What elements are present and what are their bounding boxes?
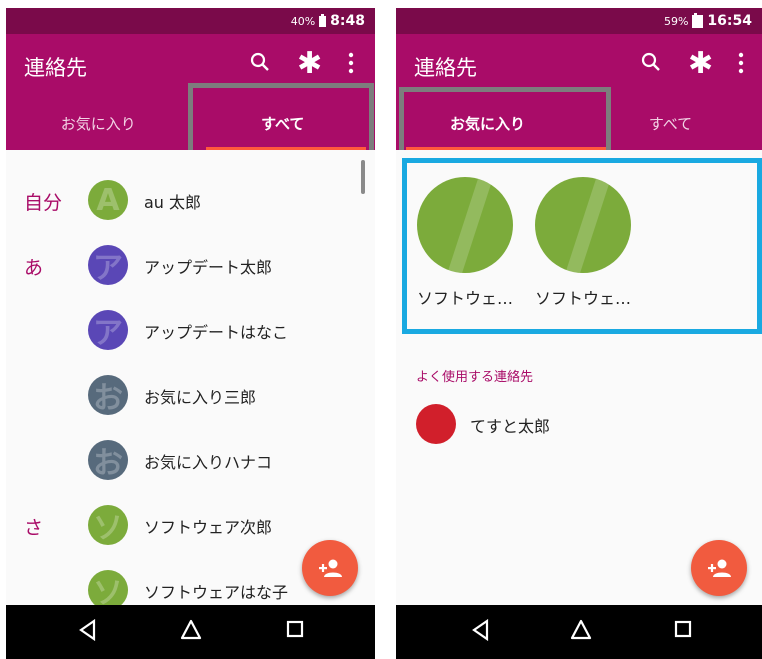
recents-icon[interactable] bbox=[674, 619, 692, 639]
scrollbar[interactable] bbox=[361, 160, 365, 194]
list-item[interactable]: ア アップデートはなこ bbox=[6, 300, 375, 360]
battery-charging-icon bbox=[692, 12, 704, 28]
tab-favorites-label: お気に入り bbox=[60, 114, 136, 133]
list-item[interactable]: お お気に入りハナコ bbox=[6, 430, 375, 490]
contact-name: アップデートはなこ bbox=[144, 323, 289, 342]
avatar-glyph: A bbox=[96, 182, 120, 218]
add-contact-button[interactable] bbox=[302, 540, 358, 596]
highlight-box-favorites-tab bbox=[399, 87, 611, 157]
overflow-menu-icon[interactable] bbox=[738, 52, 744, 74]
avatar: A bbox=[88, 180, 128, 220]
back-icon[interactable] bbox=[78, 619, 98, 641]
navigation-bar bbox=[6, 605, 375, 659]
avatar: ソ bbox=[88, 505, 128, 545]
recents-icon[interactable] bbox=[286, 619, 304, 639]
section-letter: あ bbox=[24, 257, 44, 279]
avatar: お bbox=[88, 440, 128, 480]
home-icon[interactable] bbox=[180, 619, 202, 641]
section-letter: 自分 bbox=[24, 192, 63, 214]
battery-percent: 59% bbox=[663, 14, 689, 28]
avatar: お bbox=[88, 375, 128, 415]
avatar-glyph: ア bbox=[93, 251, 123, 285]
favorite-card[interactable]: ソフトウェ… bbox=[417, 177, 515, 309]
list-item[interactable]: あ ア アップデート太郎 bbox=[6, 235, 375, 295]
battery-percent: 40% bbox=[290, 14, 316, 28]
contact-name: au 太郎 bbox=[144, 193, 202, 212]
search-icon[interactable] bbox=[641, 52, 661, 72]
contact-list: 自分 Aau 太郎あアアップデート太郎アアップデートはなこおお気に入り三郎おお気に… bbox=[6, 150, 375, 610]
navigation-bar bbox=[396, 605, 762, 659]
add-contact-button[interactable] bbox=[691, 540, 747, 596]
avatar-glyph: ア bbox=[93, 316, 123, 350]
back-icon[interactable] bbox=[471, 619, 491, 641]
battery-icon bbox=[319, 13, 327, 27]
status-bar: 40% 8:48 bbox=[6, 8, 375, 34]
clock: 8:48 bbox=[330, 13, 365, 29]
avatar: ア bbox=[88, 245, 128, 285]
status-bar: 59% 16:54 bbox=[396, 8, 762, 34]
asterisk-icon[interactable]: ✱ bbox=[688, 49, 713, 79]
highlight-box-all-tab bbox=[188, 83, 374, 155]
frequent-contacts-heading: よく使用する連絡先 bbox=[416, 370, 534, 385]
highlight-box-favorites: ソフトウェ… ソフトウェ… bbox=[402, 158, 762, 334]
list-item[interactable]: てすと太郎 bbox=[396, 394, 762, 454]
search-icon[interactable] bbox=[250, 52, 270, 72]
favorite-name: ソフトウェ… bbox=[535, 289, 632, 308]
contact-name: お気に入りハナコ bbox=[144, 453, 273, 472]
tab-all-label: すべて bbox=[648, 114, 693, 133]
right-screen: 59% 16:54 連絡先 ✱ お気に入り すべて ソフトウェ… ソフトウェ… … bbox=[396, 8, 762, 659]
add-contact-icon bbox=[708, 559, 731, 577]
favorite-card[interactable]: ソフトウェ… bbox=[535, 177, 633, 309]
contact-name: アップデート太郎 bbox=[144, 258, 273, 277]
clock: 16:54 bbox=[707, 13, 752, 29]
avatar: ア bbox=[88, 310, 128, 350]
avatar-glyph: ソ bbox=[93, 511, 123, 545]
avatar-glyph: お bbox=[93, 446, 123, 480]
asterisk-icon[interactable]: ✱ bbox=[297, 49, 322, 79]
avatar-glyph: お bbox=[93, 381, 123, 415]
favorite-name: ソフトウェ… bbox=[417, 289, 514, 308]
list-item[interactable]: 自分 Aau 太郎 bbox=[6, 170, 375, 230]
favorite-avatar bbox=[535, 177, 631, 273]
favorite-avatar bbox=[417, 177, 513, 273]
add-contact-icon bbox=[319, 559, 342, 577]
avatar: ソ bbox=[88, 570, 128, 610]
contact-name: ソフトウェア次郎 bbox=[144, 518, 273, 537]
app-title: 連絡先 bbox=[24, 56, 87, 80]
list-item[interactable]: お お気に入り三郎 bbox=[6, 365, 375, 425]
contact-name: てすと太郎 bbox=[470, 417, 551, 436]
overflow-menu-icon[interactable] bbox=[348, 52, 354, 74]
contact-name: ソフトウェアはな子 bbox=[144, 583, 289, 602]
tab-favorites[interactable]: お気に入り bbox=[6, 96, 191, 150]
home-icon[interactable] bbox=[570, 619, 592, 641]
left-screen: 40% 8:48 連絡先 ✱ お気に入り すべて 自分 Aau 太郎あアアップデー… bbox=[6, 8, 375, 659]
contact-name: お気に入り三郎 bbox=[144, 388, 257, 407]
app-title: 連絡先 bbox=[414, 56, 477, 80]
avatar-glyph: ソ bbox=[93, 576, 123, 610]
section-letter: さ bbox=[24, 517, 44, 539]
avatar bbox=[416, 404, 456, 444]
